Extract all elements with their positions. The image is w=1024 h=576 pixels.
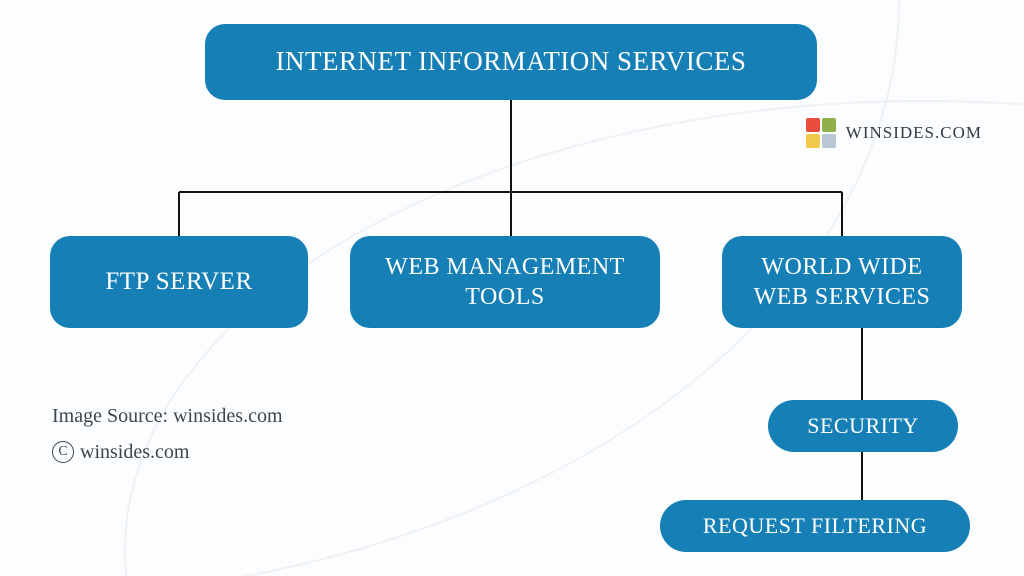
node-label: WORLD WIDE WEB SERVICES <box>742 252 942 312</box>
node-world-wide-web-services: WORLD WIDE WEB SERVICES <box>722 236 962 328</box>
node-request-filtering: REQUEST FILTERING <box>660 500 970 552</box>
node-label: WEB MANAGEMENT TOOLS <box>370 252 640 312</box>
node-web-management-tools: WEB MANAGEMENT TOOLS <box>350 236 660 328</box>
node-label: INTERNET INFORMATION SERVICES <box>276 45 747 79</box>
node-security: SECURITY <box>768 400 958 452</box>
watermark-text: WINSIDES.COM <box>846 123 982 143</box>
node-label: FTP SERVER <box>105 266 252 297</box>
winsides-logo-icon <box>806 118 836 148</box>
node-label: SECURITY <box>807 412 919 440</box>
node-ftp-server: FTP SERVER <box>50 236 308 328</box>
image-source-text: Image Source: winsides.com <box>52 398 283 434</box>
watermark: WINSIDES.COM <box>806 118 982 148</box>
credits-block: Image Source: winsides.com C winsides.co… <box>52 398 283 470</box>
node-label: REQUEST FILTERING <box>703 512 927 540</box>
node-internet-information-services: INTERNET INFORMATION SERVICES <box>205 24 817 100</box>
copyright-text: winsides.com <box>80 434 189 470</box>
copyright-icon: C <box>52 441 74 463</box>
diagram-stage: INTERNET INFORMATION SERVICES FTP SERVER… <box>0 0 1024 576</box>
